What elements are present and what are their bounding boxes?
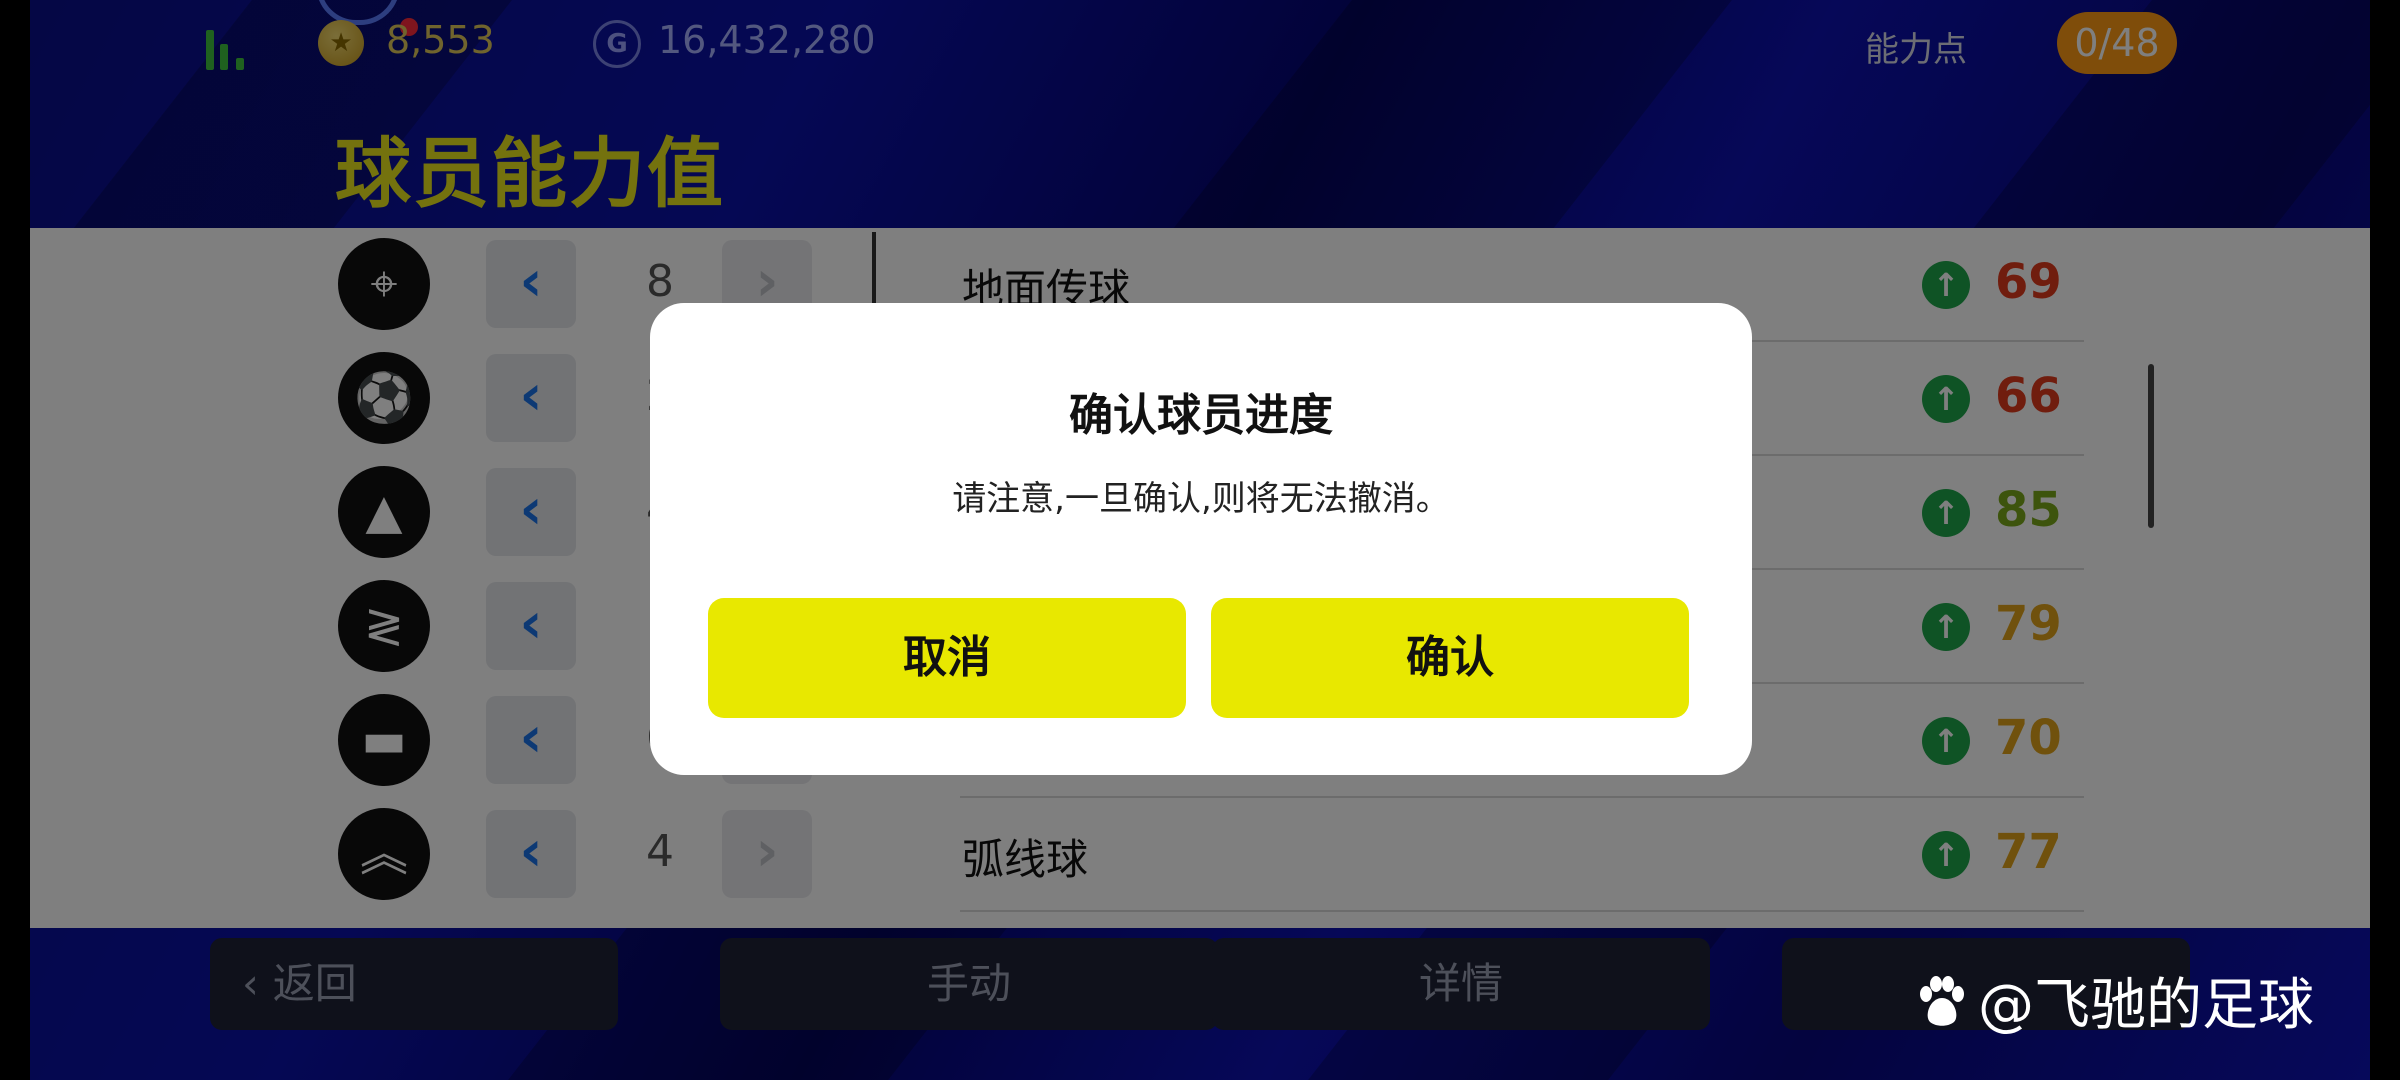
confirm-button[interactable]: 确认	[1211, 598, 1689, 718]
confirm-dialog: 确认球员进度 请注意,一旦确认,则将无法撤消。 取消 确认	[650, 303, 1752, 775]
cancel-button[interactable]: 取消	[708, 598, 1186, 718]
dialog-title: 确认球员进度	[1069, 390, 1333, 441]
dialog-message: 请注意,一旦确认,则将无法撤消。	[952, 479, 1450, 519]
watermark-text: @飞驰的足球	[1978, 973, 2314, 1038]
paw-icon	[1920, 976, 1964, 1026]
watermark: @飞驰的足球	[1914, 960, 2314, 1041]
